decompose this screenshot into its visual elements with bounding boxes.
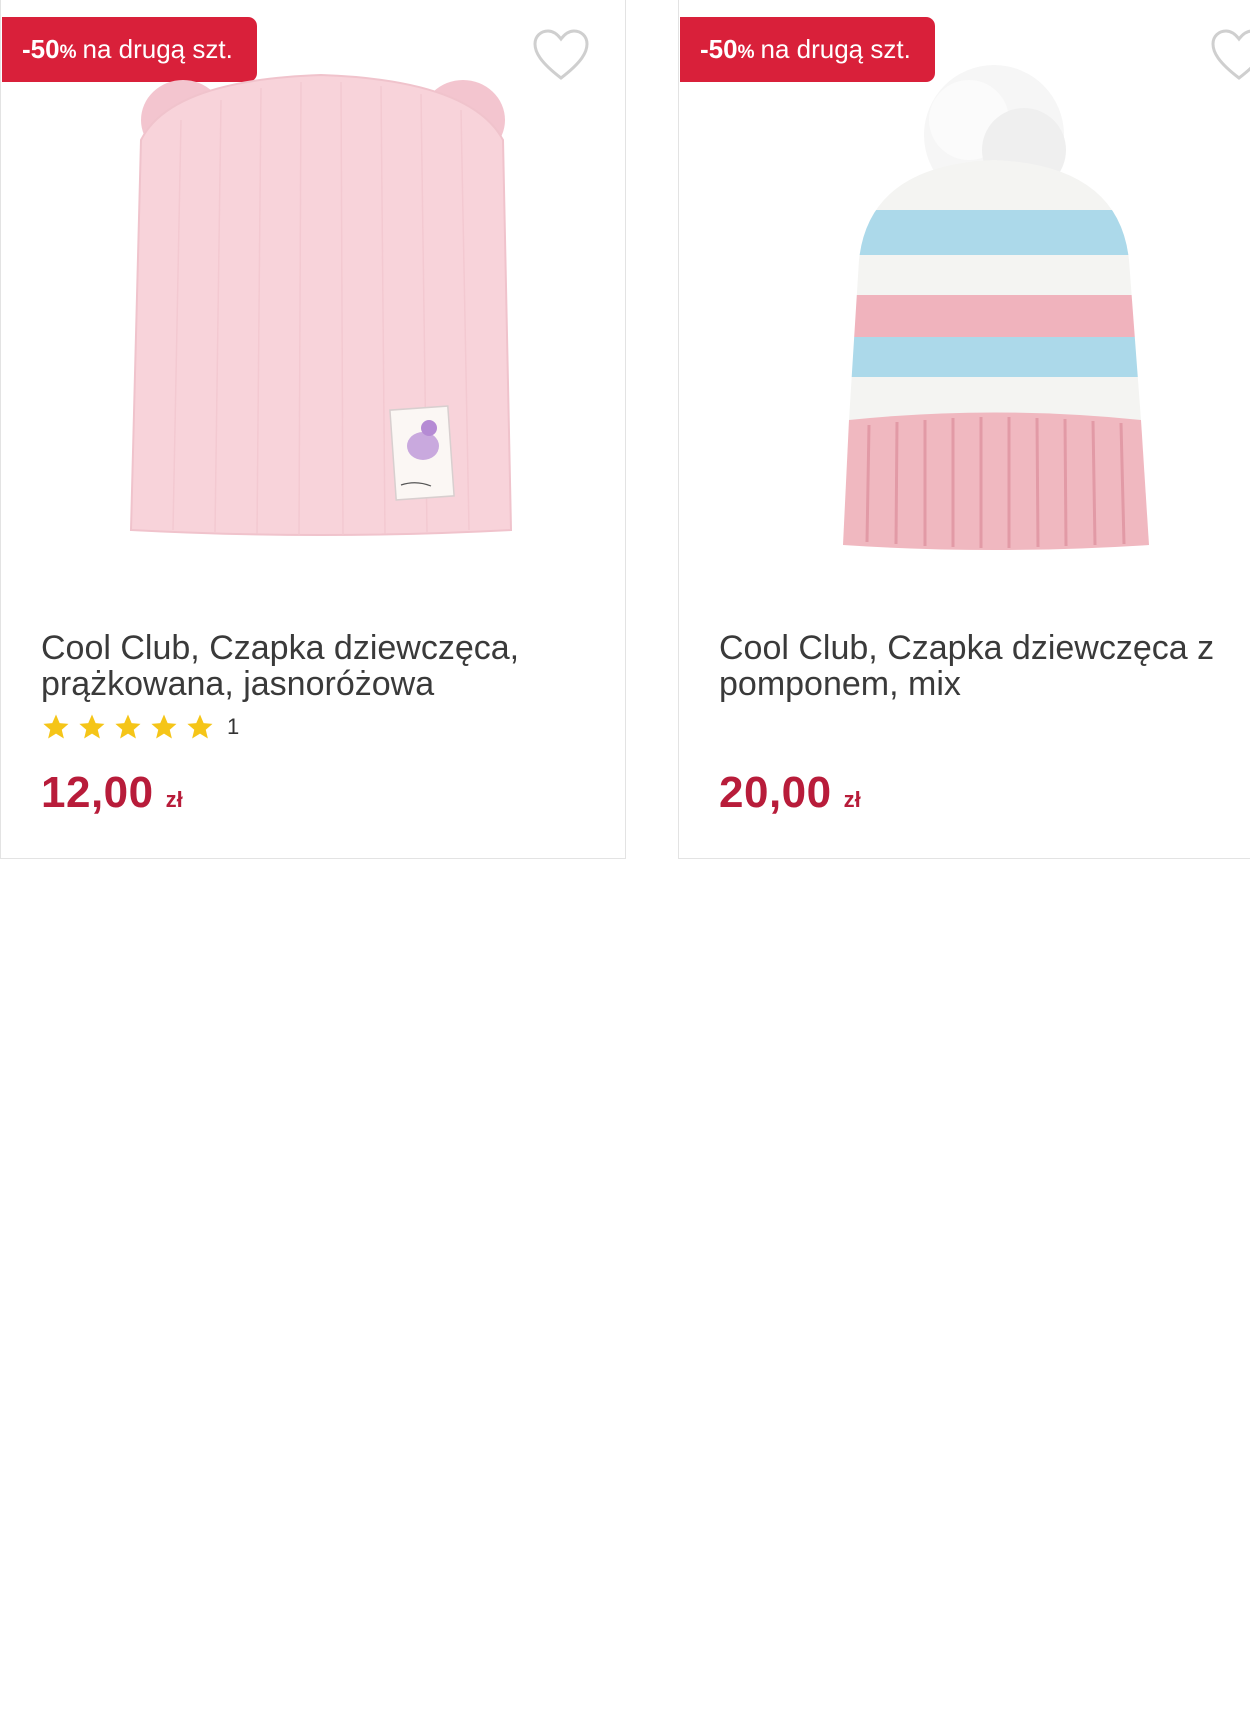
star-icon [43, 714, 69, 739]
rating-count: 1 [227, 714, 240, 739]
promo-percent: -50% [700, 34, 755, 64]
product-image[interactable] [111, 60, 571, 550]
star-icon [115, 714, 141, 739]
product-image[interactable] [819, 60, 1250, 550]
product-title[interactable]: Cool Club, Czapka dziewczęca, prążkowana,… [41, 630, 601, 702]
product-card[interactable]: -50% na drugą szt. Cool Club, Czapka dzi… [678, 0, 1250, 859]
price: 20,00 zł [719, 768, 861, 818]
star-icon [79, 714, 105, 739]
product-title[interactable]: Cool Club, Czapka dziewczęca z pomponem, … [719, 630, 1250, 702]
star-icon [151, 714, 177, 739]
price-currency: zł [165, 787, 183, 812]
promo-percent: -50% [22, 34, 77, 64]
product-card[interactable]: -50% na drugą szt. Cool Club, Czapka dzi… [0, 0, 626, 859]
rating: 1 [41, 712, 239, 742]
star-icon [187, 714, 213, 739]
price: 12,00 zł [41, 768, 183, 818]
price-amount: 20,00 [719, 768, 832, 817]
price-currency: zł [843, 787, 861, 812]
price-amount: 12,00 [41, 768, 154, 817]
